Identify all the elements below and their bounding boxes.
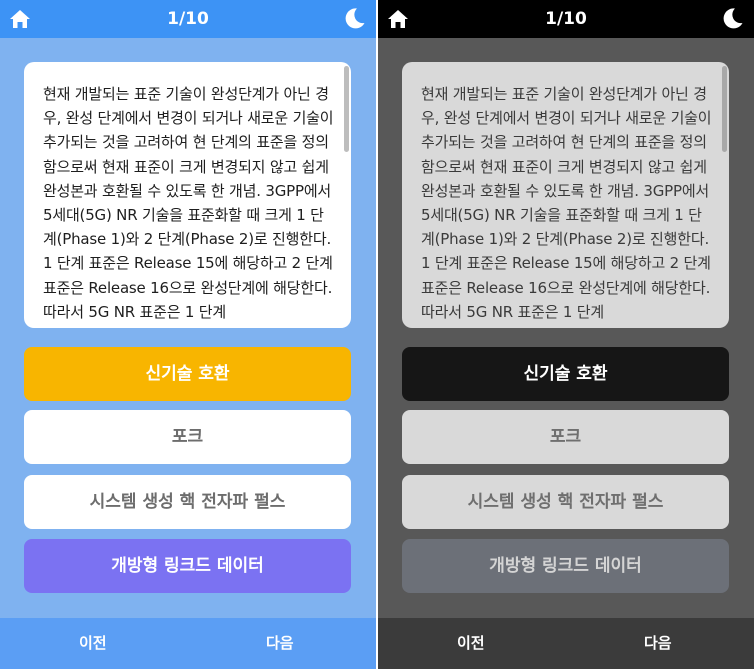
option-button-3[interactable]: 시스템 생성 핵 전자파 펄스 — [24, 475, 351, 529]
option-button-2[interactable]: 포크 — [402, 410, 729, 464]
option-button-1[interactable]: 신기술 호환 — [402, 347, 729, 401]
next-button[interactable]: 다음 — [266, 618, 294, 669]
option-button-3[interactable]: 시스템 생성 핵 전자파 펄스 — [402, 475, 729, 529]
question-text: 현재 개발되는 표준 기술이 완성단계가 아닌 경우, 완성 단계에서 변경이 … — [43, 85, 334, 321]
option-button-1[interactable]: 신기술 호환 — [24, 347, 351, 401]
question-scrollbar[interactable] — [344, 66, 349, 152]
option-button-2[interactable]: 포크 — [24, 410, 351, 464]
dark-theme-panel: 1/10 현재 개발되는 표준 기술이 완성단계가 아닌 경우, 완성 단계에서… — [378, 0, 754, 669]
bottom-nav-bar: 이전 다음 — [378, 618, 754, 669]
top-bar: 1/10 — [0, 0, 376, 38]
moon-icon[interactable] — [343, 7, 366, 30]
light-theme-panel: 1/10 현재 개발되는 표준 기술이 완성단계가 아닌 경우, 완성 단계에서… — [0, 0, 376, 669]
top-bar: 1/10 — [378, 0, 754, 38]
question-text-card[interactable]: 현재 개발되는 표준 기술이 완성단계가 아닌 경우, 완성 단계에서 변경이 … — [402, 62, 729, 328]
question-progress: 1/10 — [545, 9, 587, 29]
question-scrollbar[interactable] — [722, 66, 727, 152]
option-button-4[interactable]: 개방형 링크드 데이터 — [24, 539, 351, 593]
moon-icon[interactable] — [721, 7, 744, 30]
prev-button[interactable]: 이전 — [79, 618, 107, 669]
question-progress: 1/10 — [167, 9, 209, 29]
next-button[interactable]: 다음 — [644, 618, 672, 669]
bottom-nav-bar: 이전 다음 — [0, 618, 376, 669]
prev-button[interactable]: 이전 — [457, 618, 485, 669]
option-button-4[interactable]: 개방형 링크드 데이터 — [402, 539, 729, 593]
question-text: 현재 개발되는 표준 기술이 완성단계가 아닌 경우, 완성 단계에서 변경이 … — [421, 85, 712, 321]
question-text-card[interactable]: 현재 개발되는 표준 기술이 완성단계가 아닌 경우, 완성 단계에서 변경이 … — [24, 62, 351, 328]
dual-theme-quiz-view: 1/10 현재 개발되는 표준 기술이 완성단계가 아닌 경우, 완성 단계에서… — [0, 0, 754, 669]
